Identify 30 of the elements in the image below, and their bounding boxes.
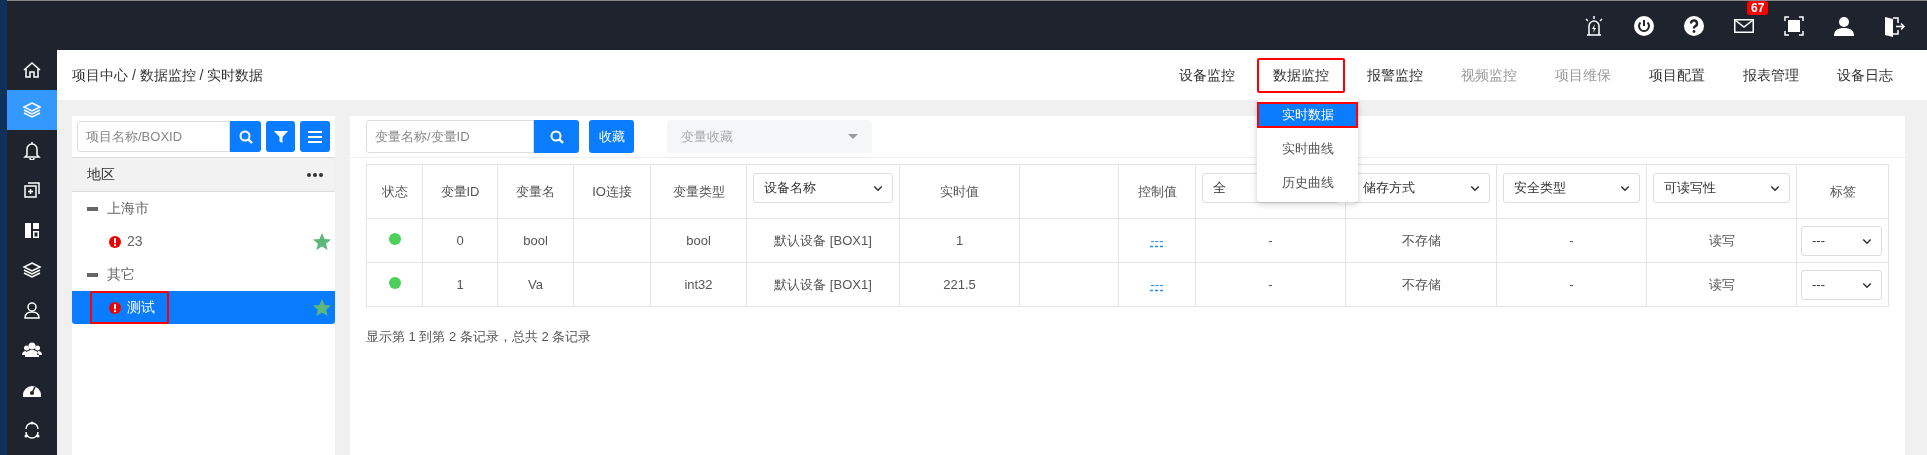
table-cell: bool — [686, 232, 711, 248]
table-cell: 0 — [456, 232, 464, 248]
notification-badge: 67 — [1747, 0, 1769, 15]
column-header: 状态 — [381, 183, 408, 199]
column-header: IO连接 — [592, 183, 632, 199]
table-cell: 默认设备 [BOX1] — [774, 232, 872, 248]
column-header: 控制值 — [1137, 183, 1177, 199]
table-cell: - — [1569, 232, 1574, 248]
table-cell: - — [1268, 276, 1273, 292]
table-cell: 不存储 — [1401, 276, 1441, 292]
column-header: 变量名 — [516, 183, 555, 199]
table-cell: 读写 — [1708, 276, 1735, 292]
table-cell: - — [1569, 276, 1574, 292]
table-cell: 读写 — [1708, 232, 1735, 248]
table-cell: 不存储 — [1401, 232, 1441, 248]
tree-header: 地区 — [87, 165, 115, 184]
pagination-info: 显示第 1 到第 2 条记录，总共 2 条记录 — [366, 328, 593, 346]
table-cell: Va — [528, 276, 543, 292]
table-cell: 1 — [955, 232, 964, 248]
table-cell: int32 — [684, 276, 713, 292]
column-header: 实时值 — [940, 183, 979, 199]
table-cell: 221.5 — [943, 276, 976, 292]
table-cell: - — [1268, 232, 1273, 248]
table-cell: bool — [523, 232, 548, 248]
table-cell: 默认设备 [BOX1] — [774, 276, 872, 292]
table-cell: 1 — [456, 276, 464, 292]
column-header: 变量ID — [440, 183, 480, 199]
column-header: 标签 — [1829, 183, 1856, 199]
column-header: 变量类型 — [672, 183, 725, 199]
breadcrumb: 项目中心 / 数据监控 / 实时数据 — [72, 65, 264, 85]
